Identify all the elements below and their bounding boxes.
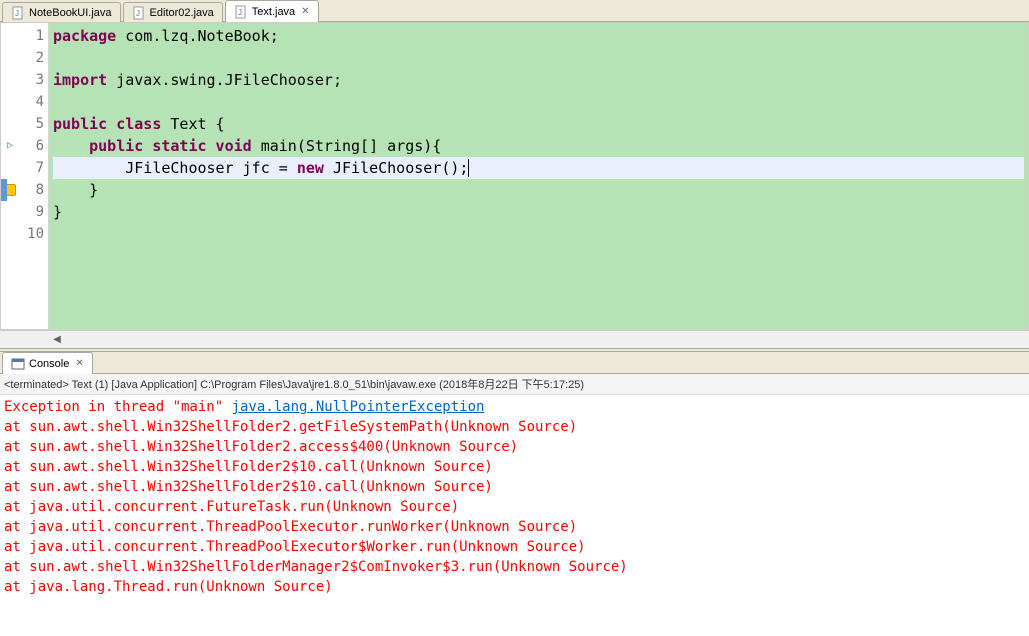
change-marker-icon xyxy=(1,179,7,201)
line-number: 5 xyxy=(1,113,44,135)
java-file-icon: J xyxy=(132,6,146,20)
horizontal-scrollbar[interactable]: ◀ xyxy=(0,330,1029,348)
close-icon[interactable]: ✕ xyxy=(75,358,83,369)
line-number: 3 xyxy=(1,69,44,91)
line-number: 4 xyxy=(1,91,44,113)
close-icon[interactable]: ✕ xyxy=(301,6,309,17)
svg-text:J: J xyxy=(238,8,242,17)
code-line[interactable] xyxy=(53,91,1024,113)
line-number: 8 xyxy=(1,179,44,201)
svg-text:J: J xyxy=(136,9,140,18)
exception-text: Exception in thread "main" xyxy=(4,399,232,415)
code-line[interactable]: } xyxy=(53,179,1024,201)
code-line[interactable]: public static void main(String[] args){ xyxy=(53,135,1024,157)
code-line[interactable]: } xyxy=(53,201,1024,223)
console-icon xyxy=(11,357,25,371)
tab-label: Editor02.java xyxy=(150,7,214,19)
line-gutter: 123456▷78910 xyxy=(1,23,49,329)
stack-frame: at sun.awt.shell.Win32ShellFolderManager… xyxy=(4,557,1025,577)
stack-frame: at java.util.concurrent.ThreadPoolExecut… xyxy=(4,517,1025,537)
tab-label: Text.java xyxy=(252,6,295,18)
stack-frame: at java.util.concurrent.ThreadPoolExecut… xyxy=(4,537,1025,557)
console-tab-label: Console xyxy=(29,358,69,370)
triangle-marker-icon: ▷ xyxy=(1,135,19,157)
stack-frame: at sun.awt.shell.Win32ShellFolder2$10.ca… xyxy=(4,477,1025,497)
stack-frame: at sun.awt.shell.Win32ShellFolder2.acces… xyxy=(4,437,1025,457)
line-number: 2 xyxy=(1,47,44,69)
code-line[interactable] xyxy=(53,47,1024,69)
line-number: 6▷ xyxy=(1,135,44,157)
code-line[interactable]: public class Text { xyxy=(53,113,1024,135)
code-area[interactable]: package com.lzq.NoteBook; import javax.sw… xyxy=(49,23,1028,329)
tab-label: NoteBookUI.java xyxy=(29,7,112,19)
console-tabs: Console ✕ xyxy=(0,352,1029,374)
code-line[interactable] xyxy=(53,223,1024,245)
line-number: 1 xyxy=(1,25,44,47)
exception-link[interactable]: java.lang.NullPointerException xyxy=(232,399,485,415)
tab-console[interactable]: Console ✕ xyxy=(2,352,93,374)
tab-notebookui[interactable]: J NoteBookUI.java xyxy=(2,2,121,22)
stack-frame: at sun.awt.shell.Win32ShellFolder2$10.ca… xyxy=(4,457,1025,477)
console-panel: Console ✕ <terminated> Text (1) [Java Ap… xyxy=(0,352,1029,636)
stack-frame: at sun.awt.shell.Win32ShellFolder2.getFi… xyxy=(4,417,1025,437)
stack-frame: at java.util.concurrent.FutureTask.run(U… xyxy=(4,497,1025,517)
code-editor[interactable]: 123456▷78910 package com.lzq.NoteBook; im… xyxy=(0,22,1029,330)
scroll-left-icon[interactable]: ◀ xyxy=(48,332,66,348)
console-output[interactable]: Exception in thread "main" java.lang.Nul… xyxy=(0,395,1029,636)
editor-tabs: J NoteBookUI.java J Editor02.java J Text… xyxy=(0,0,1029,22)
console-status: <terminated> Text (1) [Java Application]… xyxy=(0,374,1029,395)
svg-text:J: J xyxy=(15,9,19,18)
code-line[interactable]: JFileChooser jfc = new JFileChooser(); xyxy=(53,157,1024,179)
stack-frame: at java.lang.Thread.run(Unknown Source) xyxy=(4,577,1025,597)
line-number: 7 xyxy=(1,157,44,179)
line-number: 10 xyxy=(1,223,44,245)
code-line[interactable]: package com.lzq.NoteBook; xyxy=(53,25,1024,47)
text-cursor xyxy=(468,159,469,177)
java-file-icon: J xyxy=(234,5,248,19)
code-line[interactable]: import javax.swing.JFileChooser; xyxy=(53,69,1024,91)
tab-editor02[interactable]: J Editor02.java xyxy=(123,2,223,22)
line-number: 9 xyxy=(1,201,44,223)
java-file-icon: J xyxy=(11,6,25,20)
tab-text[interactable]: J Text.java ✕ xyxy=(225,0,319,22)
